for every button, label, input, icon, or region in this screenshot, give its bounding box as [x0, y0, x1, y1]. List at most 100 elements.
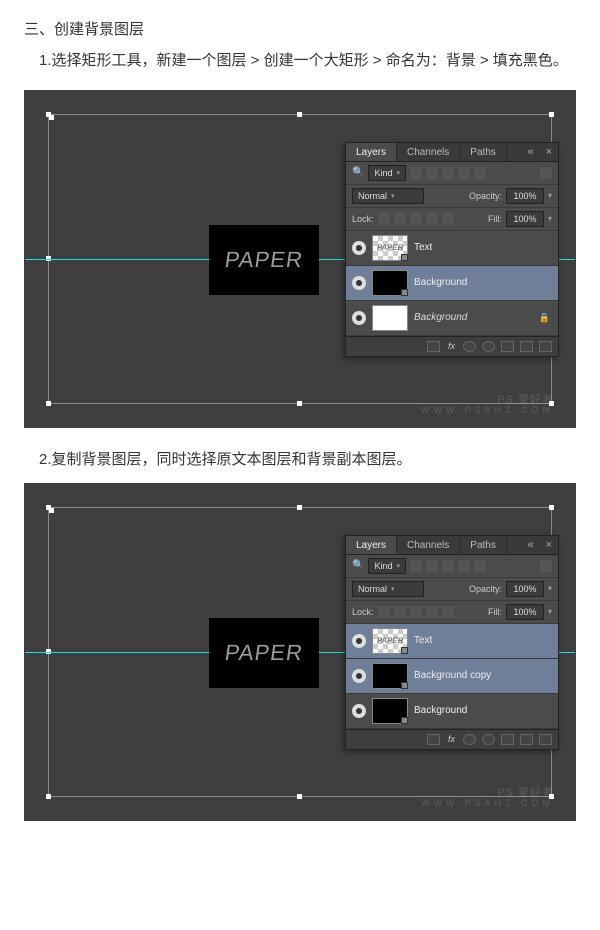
- group-icon[interactable]: [501, 341, 514, 352]
- filter-adjust-icon[interactable]: [426, 167, 438, 179]
- search-icon[interactable]: 🔍: [352, 560, 364, 571]
- fx-icon[interactable]: fx: [446, 341, 457, 351]
- link-layers-icon[interactable]: [427, 734, 440, 745]
- panel-close-icon[interactable]: ×: [540, 146, 558, 158]
- fill-value[interactable]: 100%: [506, 604, 544, 620]
- visibility-eye-icon[interactable]: [352, 241, 366, 255]
- watermark: PS 爱好者 WWW.PSAHZ.COM: [421, 787, 554, 809]
- layers-panel: Layers Channels Paths « × 🔍 Kind▾ Normal…: [345, 535, 559, 750]
- group-icon[interactable]: [501, 734, 514, 745]
- layer-row[interactable]: Background: [346, 266, 558, 301]
- filter-smart-icon[interactable]: [474, 560, 486, 572]
- tab-paths[interactable]: Paths: [460, 536, 507, 554]
- lock-icon: 🔒: [539, 312, 550, 323]
- filter-pixel-icon[interactable]: [410, 167, 422, 179]
- tab-channels[interactable]: Channels: [397, 143, 460, 161]
- selection-box: PAPER Layers Channels Paths « × 🔍 Kind▾: [48, 114, 552, 404]
- lock-pixels-icon[interactable]: [394, 213, 406, 225]
- lock-label: Lock:: [352, 607, 374, 617]
- panel-collapse-icon[interactable]: «: [521, 146, 539, 158]
- visibility-eye-icon[interactable]: [352, 669, 366, 683]
- lock-position-icon[interactable]: [410, 213, 422, 225]
- panel-footer: fx: [346, 729, 558, 749]
- section-heading: 三、创建背景图层: [24, 18, 576, 39]
- layer-thumbnail: PAPER: [372, 628, 408, 654]
- layer-row[interactable]: Background 🔒: [346, 301, 558, 336]
- lock-transparency-icon[interactable]: [378, 213, 390, 225]
- opacity-value[interactable]: 100%: [506, 581, 544, 597]
- trash-icon[interactable]: [539, 734, 552, 745]
- lock-artboard-icon[interactable]: [426, 606, 438, 618]
- mask-icon[interactable]: [463, 341, 476, 352]
- layer-row[interactable]: PAPER Text: [346, 624, 558, 659]
- layer-name[interactable]: Background: [414, 277, 467, 288]
- lock-position-icon[interactable]: [410, 606, 422, 618]
- filter-smart-icon[interactable]: [474, 167, 486, 179]
- visibility-eye-icon[interactable]: [352, 704, 366, 718]
- lock-transparency-icon[interactable]: [378, 606, 390, 618]
- filter-toggle-icon[interactable]: [540, 560, 552, 572]
- panel-tabs: Layers Channels Paths « ×: [346, 143, 558, 162]
- trash-icon[interactable]: [539, 341, 552, 352]
- layer-name[interactable]: Background: [414, 312, 467, 323]
- paper-card: PAPER: [209, 225, 319, 295]
- paper-text: PAPER: [223, 247, 305, 273]
- blend-mode-select[interactable]: Normal▾: [352, 188, 424, 204]
- new-layer-icon[interactable]: [520, 341, 533, 352]
- selection-box: PAPER Layers Channels Paths « × 🔍 Kind▾: [48, 507, 552, 797]
- lock-pixels-icon[interactable]: [394, 606, 406, 618]
- fill-label: Fill:: [488, 607, 502, 617]
- blend-mode-select[interactable]: Normal▾: [352, 581, 424, 597]
- layer-name[interactable]: Text: [414, 242, 432, 253]
- adjustment-icon[interactable]: [482, 734, 495, 745]
- opacity-label: Opacity:: [469, 584, 502, 594]
- search-icon[interactable]: 🔍: [352, 167, 364, 178]
- kind-select[interactable]: Kind▾: [368, 165, 406, 181]
- lock-artboard-icon[interactable]: [426, 213, 438, 225]
- layer-thumbnail: [372, 270, 408, 296]
- filter-type-icon[interactable]: [442, 560, 454, 572]
- panel-close-icon[interactable]: ×: [540, 539, 558, 551]
- visibility-eye-icon[interactable]: [352, 276, 366, 290]
- tab-layers[interactable]: Layers: [346, 143, 397, 161]
- fill-value[interactable]: 100%: [506, 211, 544, 227]
- filter-type-icon[interactable]: [442, 167, 454, 179]
- paper-text: PAPER: [223, 640, 305, 666]
- step-1-text: 1.选择矩形工具，新建一个图层 > 创建一个大矩形 > 命名为：背景 > 填充黑…: [24, 47, 576, 76]
- panel-collapse-icon[interactable]: «: [521, 539, 539, 551]
- new-layer-icon[interactable]: [520, 734, 533, 745]
- screenshot-2: PAPER Layers Channels Paths « × 🔍 Kind▾: [24, 483, 576, 821]
- layers-list: PAPER Text Background Background 🔒: [346, 231, 558, 336]
- filter-shape-icon[interactable]: [458, 560, 470, 572]
- layer-name[interactable]: Background: [414, 705, 467, 716]
- layer-row[interactable]: Background copy: [346, 659, 558, 694]
- opacity-label: Opacity:: [469, 191, 502, 201]
- link-layers-icon[interactable]: [427, 341, 440, 352]
- watermark: PS 爱好者 WWW.PSAHZ.COM: [421, 394, 554, 416]
- filter-toggle-icon[interactable]: [540, 167, 552, 179]
- lock-all-icon[interactable]: [442, 606, 454, 618]
- screenshot-1: PAPER Layers Channels Paths « × 🔍 Kind▾: [24, 90, 576, 428]
- layer-name[interactable]: Text: [414, 635, 432, 646]
- visibility-eye-icon[interactable]: [352, 311, 366, 325]
- tab-layers[interactable]: Layers: [346, 536, 397, 554]
- tab-paths[interactable]: Paths: [460, 143, 507, 161]
- layer-thumbnail: [372, 305, 408, 331]
- filter-adjust-icon[interactable]: [426, 560, 438, 572]
- layer-thumbnail: [372, 698, 408, 724]
- mask-icon[interactable]: [463, 734, 476, 745]
- filter-pixel-icon[interactable]: [410, 560, 422, 572]
- layer-row[interactable]: PAPER Text: [346, 231, 558, 266]
- opacity-value[interactable]: 100%: [506, 188, 544, 204]
- step-2-text: 2.复制背景图层，同时选择原文本图层和背景副本图层。: [24, 448, 576, 469]
- adjustment-icon[interactable]: [482, 341, 495, 352]
- filter-shape-icon[interactable]: [458, 167, 470, 179]
- fill-label: Fill:: [488, 214, 502, 224]
- kind-select[interactable]: Kind▾: [368, 558, 406, 574]
- visibility-eye-icon[interactable]: [352, 634, 366, 648]
- layer-row[interactable]: Background: [346, 694, 558, 729]
- fx-icon[interactable]: fx: [446, 734, 457, 744]
- tab-channels[interactable]: Channels: [397, 536, 460, 554]
- lock-all-icon[interactable]: [442, 213, 454, 225]
- layer-name[interactable]: Background copy: [414, 670, 491, 681]
